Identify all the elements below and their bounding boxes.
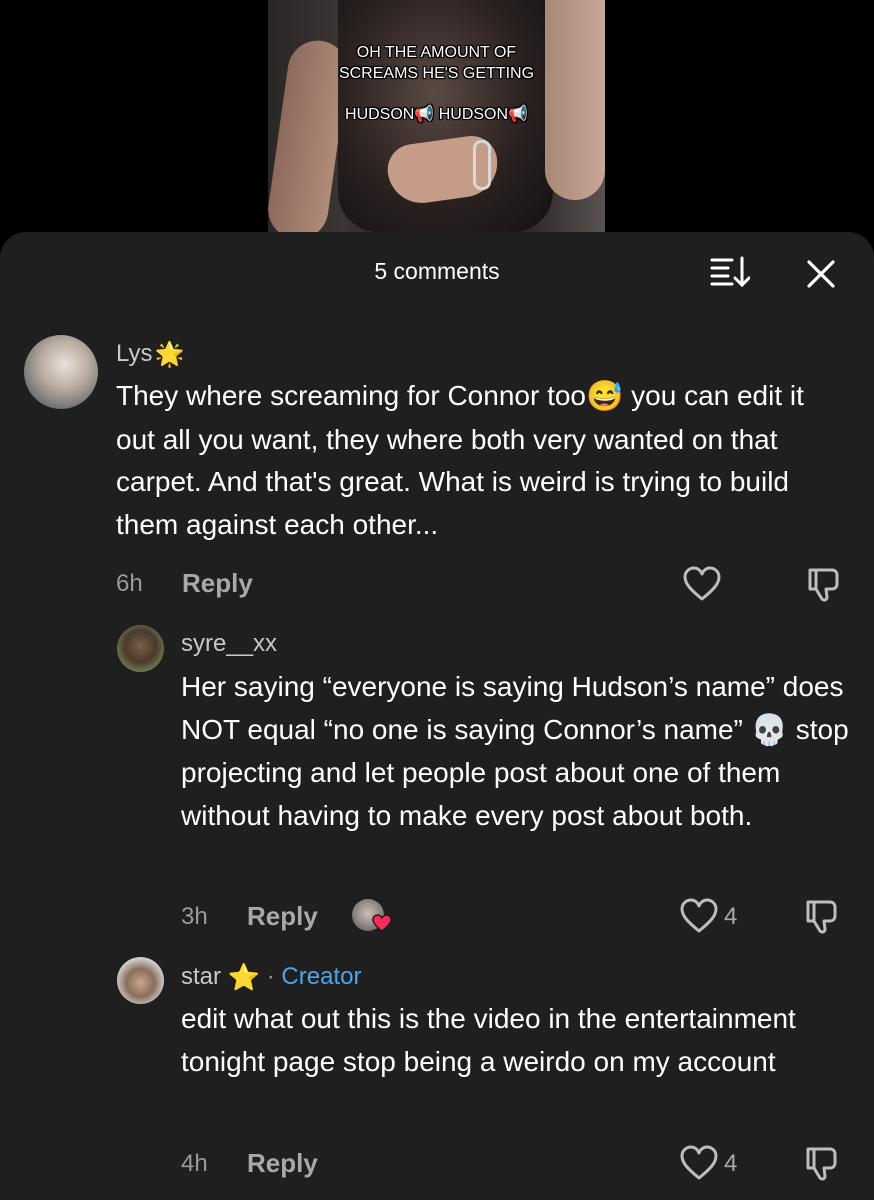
video-preview[interactable]: OH THE AMOUNT OF SCREAMS HE'S GETTING HU… — [268, 0, 605, 232]
star-icon: ⭐ — [227, 962, 261, 992]
video-caption-names: HUDSON📢 HUDSON📢 — [345, 106, 528, 123]
creator-label: Creator — [281, 962, 362, 990]
comment-text: Her saying “everyone is saying Hudson’s … — [181, 666, 851, 837]
grinning-sweat-emoji: 😅 — [586, 380, 624, 414]
comment-time: 4h — [181, 1150, 208, 1177]
comment-text-part: Her saying “everyone is saying Hudson’s … — [181, 671, 844, 745]
video-caption: OH THE AMOUNT OF SCREAMS HE'S GETTING — [268, 42, 605, 84]
username[interactable]: star — [181, 963, 221, 990]
like-count: 4 — [724, 1150, 738, 1177]
avatar[interactable] — [117, 957, 164, 1004]
like-count: 4 — [724, 903, 738, 930]
video-caption-line: OH THE AMOUNT OF — [356, 44, 517, 61]
heart-icon — [372, 914, 392, 932]
heart-icon[interactable] — [683, 566, 721, 602]
heart-icon[interactable] — [680, 1145, 718, 1181]
comment-text-part: They where screaming for Connor too — [116, 380, 586, 411]
dislike-icon[interactable] — [802, 1145, 840, 1183]
comment-author[interactable]: star ⭐ · Creator — [181, 962, 361, 993]
comment-text: They where screaming for Connor too😅 you… — [116, 375, 836, 546]
video-caption-line: SCREAMS HE'S GETTING — [338, 65, 535, 82]
reply-button[interactable]: Reply — [247, 1148, 318, 1179]
dislike-icon[interactable] — [802, 898, 840, 936]
comment-text: edit what out this is the video in the e… — [181, 1003, 796, 1077]
separator-dot: · — [266, 962, 275, 990]
reply-button[interactable]: Reply — [182, 568, 253, 599]
avatar[interactable] — [24, 335, 98, 409]
username[interactable]: Lys — [116, 340, 152, 367]
glowing-star-icon: 🌟 — [154, 341, 185, 369]
username[interactable]: syre__xx — [181, 630, 277, 658]
heart-icon[interactable] — [680, 898, 718, 934]
comment-time: 6h — [116, 570, 143, 597]
dislike-icon[interactable] — [804, 566, 842, 604]
comment-author[interactable]: Lys🌟 — [116, 340, 184, 369]
sort-icon[interactable] — [710, 254, 750, 290]
close-icon[interactable] — [803, 256, 839, 292]
skull-emoji: 💀 — [750, 713, 788, 747]
video-figure-bracelet — [473, 140, 491, 190]
comments-sheet: 5 comments Lys🌟 They where screaming for… — [0, 232, 874, 1200]
video-figure-arm-right — [545, 0, 605, 200]
reply-button[interactable]: Reply — [247, 901, 318, 932]
avatar[interactable] — [117, 625, 164, 672]
comment-time: 3h — [181, 903, 208, 930]
